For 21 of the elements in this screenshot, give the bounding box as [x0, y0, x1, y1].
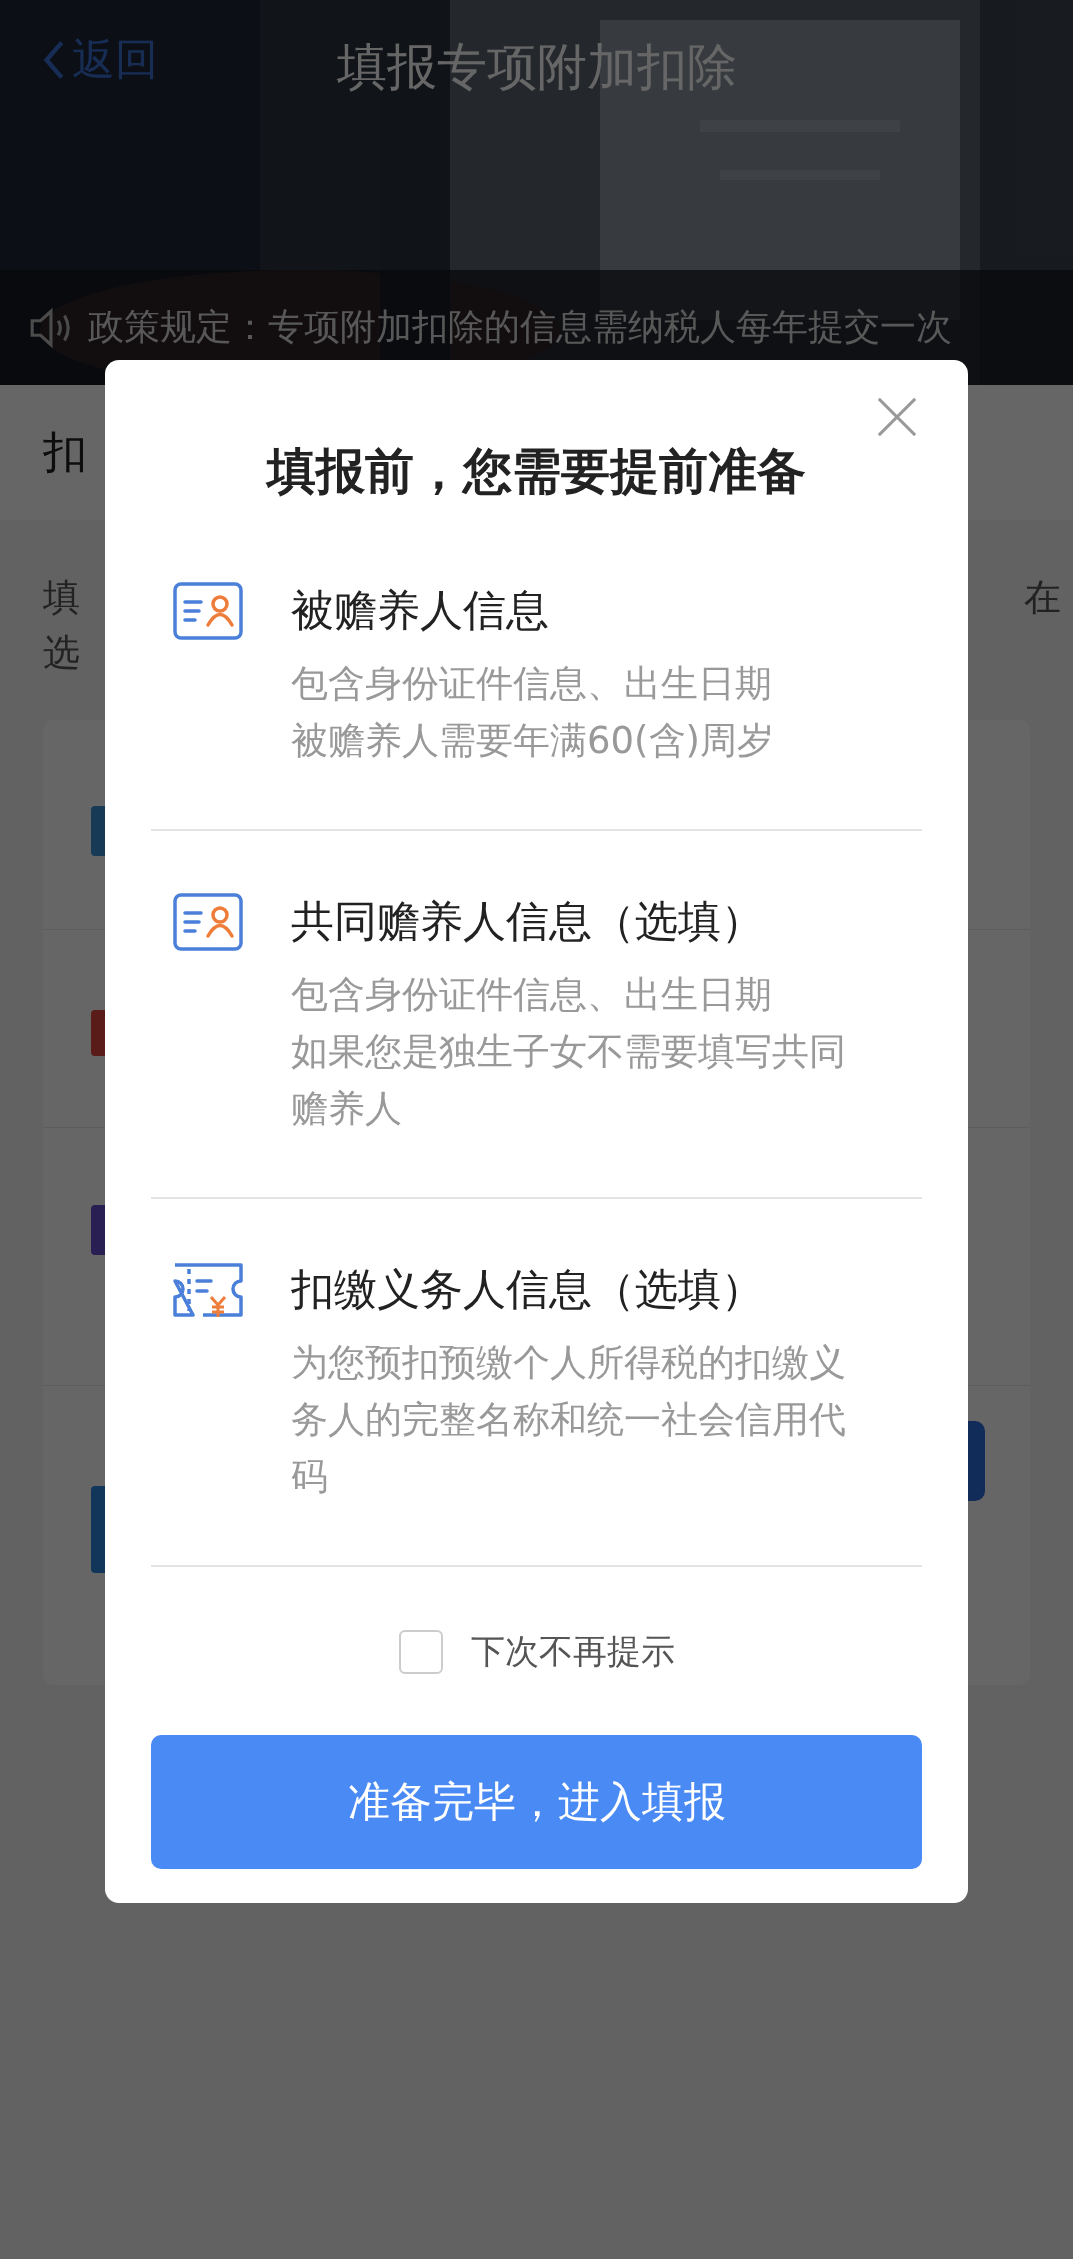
- item-description: 为您预扣预缴个人所得税的扣缴义务人的完整名称和统一社会信用代码: [291, 1340, 847, 1500]
- notice-text: 政策规定：专项附加扣除的信息需纳税人每年提交一次: [88, 305, 952, 349]
- id-card-icon: [173, 582, 243, 640]
- item-description: 被赡养人需要年满60(含)周岁: [291, 718, 775, 764]
- item-description: 包含身份证件信息、出生日期: [291, 661, 773, 707]
- item-title: 被赡养人信息: [291, 584, 550, 637]
- confirm-button[interactable]: 准备完毕，进入填报: [151, 1735, 922, 1869]
- intro-text: 在: [1024, 575, 1061, 621]
- item-title: 共同赡养人信息（选填）: [291, 895, 765, 948]
- dialog-title: 填报前，您需要提前准备: [264, 442, 807, 502]
- item-description: 包含身份证件信息、出生日期: [291, 972, 773, 1018]
- ticket-icon: [173, 1261, 243, 1319]
- item-description: 如果您是独生子女不需要填写共同赡养人: [291, 1029, 847, 1132]
- section-title: 扣: [43, 425, 87, 479]
- close-icon: [876, 396, 918, 438]
- intro-text: 选: [43, 630, 80, 676]
- checkbox-label[interactable]: 下次不再提示: [470, 1629, 675, 1675]
- intro-text: 填: [43, 575, 80, 621]
- id-card-icon: [173, 893, 243, 951]
- item-title: 扣缴义务人信息（选填）: [291, 1263, 765, 1316]
- checkbox[interactable]: [398, 1630, 443, 1674]
